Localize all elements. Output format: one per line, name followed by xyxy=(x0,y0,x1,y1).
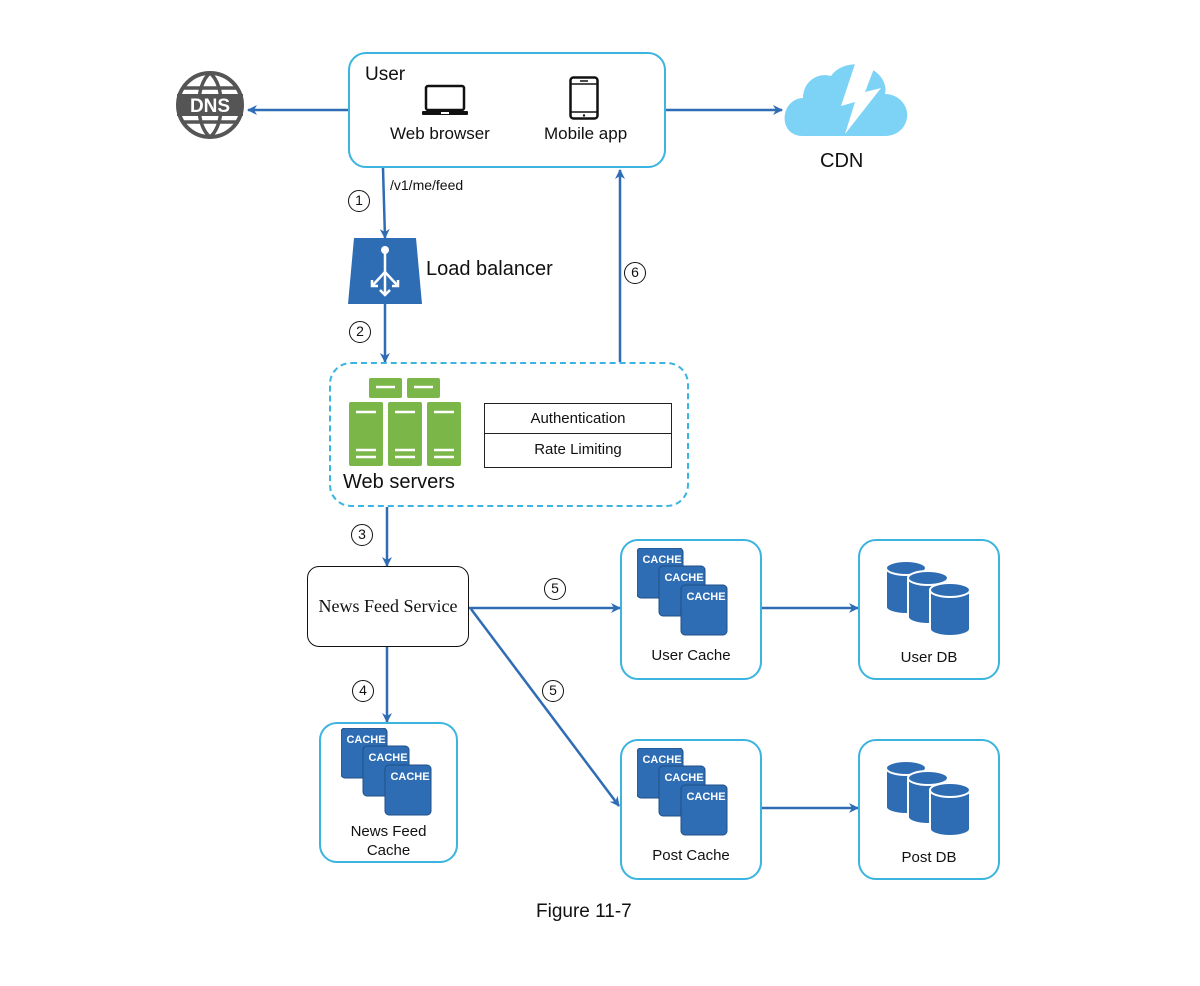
user-node: User Web browser Mobile app xyxy=(348,52,666,168)
cache-stack-icon: CACHE CACHE CACHE xyxy=(636,747,733,843)
dns-globe-icon: DNS xyxy=(176,71,244,139)
cache-tile: CACHE xyxy=(680,784,728,836)
web-servers-label: Web servers xyxy=(343,471,455,493)
news-feed-service-node: News Feed Service xyxy=(307,566,469,647)
cache-tile-label: CACHE xyxy=(664,772,703,784)
cache-tile: CACHE xyxy=(680,584,728,636)
step-badge-3: 3 xyxy=(351,524,373,546)
cdn-cloud-icon xyxy=(784,64,908,136)
step-badge-1: 1 xyxy=(348,190,370,212)
servers-icon xyxy=(349,378,461,466)
cache-stack-icon: CACHE CACHE CACHE xyxy=(636,547,733,643)
step-badge-2: 2 xyxy=(349,321,371,343)
middleware-rate-limiting: Rate Limiting xyxy=(484,433,672,468)
user-db-label: User DB xyxy=(900,649,958,666)
architecture-diagram: DNS User Web browser Mobile app CDN 1 /v… xyxy=(0,0,1200,986)
user-db-node: User DB xyxy=(858,539,1000,680)
user-cache-label: User Cache xyxy=(651,647,731,664)
cache-stack-icon: CACHE CACHE CACHE xyxy=(340,727,437,823)
step-badge-5-user-cache: 5 xyxy=(544,578,566,600)
cache-tile-label: CACHE xyxy=(346,734,385,746)
user-cache-node: CACHE CACHE CACHE User Cache xyxy=(620,539,762,680)
news-feed-cache-label-line2: Cache xyxy=(366,842,411,859)
laptop-icon xyxy=(422,84,468,115)
database-icon xyxy=(885,560,976,642)
client-label-web-browser: Web browser xyxy=(390,124,490,143)
user-title: User xyxy=(365,64,406,85)
news-feed-cache-node: CACHE CACHE CACHE News Feed Cache xyxy=(319,722,458,863)
db-cylinder xyxy=(929,782,971,837)
edge-label-endpoint: /v1/me/feed xyxy=(390,177,464,193)
step-badge-4: 4 xyxy=(352,680,374,702)
edge-user-loadbalancer xyxy=(379,167,390,239)
post-db-node: Post DB xyxy=(858,739,1000,880)
database-icon xyxy=(885,760,976,842)
svg-text:DNS: DNS xyxy=(190,96,230,117)
load-balancer-icon xyxy=(348,238,422,304)
edge-newsfeedservice-postcache xyxy=(470,608,620,807)
middleware-authentication: Authentication xyxy=(484,403,672,435)
cache-tile: CACHE xyxy=(384,764,432,816)
cache-tile-label: CACHE xyxy=(686,791,725,803)
post-cache-node: CACHE CACHE CACHE Post Cache xyxy=(620,739,762,880)
db-cylinder xyxy=(929,582,971,637)
load-balancer-label: Load balancer xyxy=(426,258,553,280)
cache-tile-label: CACHE xyxy=(664,572,703,584)
post-db-label: Post DB xyxy=(901,849,957,866)
cdn-label: CDN xyxy=(820,150,864,172)
step-badge-5-post-cache: 5 xyxy=(542,680,564,702)
mobile-phone-icon xyxy=(569,76,599,120)
cache-tile-label: CACHE xyxy=(642,754,681,766)
step-badge-6: 6 xyxy=(624,262,646,284)
cache-tile-label: CACHE xyxy=(368,752,407,764)
cache-tile-label: CACHE xyxy=(686,591,725,603)
web-servers-node: Web servers Authentication Rate Limiting xyxy=(329,362,689,507)
client-label-mobile-app: Mobile app xyxy=(544,124,628,143)
cache-tile-label: CACHE xyxy=(642,554,681,566)
news-feed-cache-label-line1: News Feed xyxy=(350,823,427,840)
figure-caption: Figure 11-7 xyxy=(536,901,632,922)
cache-tile-label: CACHE xyxy=(390,771,429,783)
post-cache-label: Post Cache xyxy=(652,847,730,864)
